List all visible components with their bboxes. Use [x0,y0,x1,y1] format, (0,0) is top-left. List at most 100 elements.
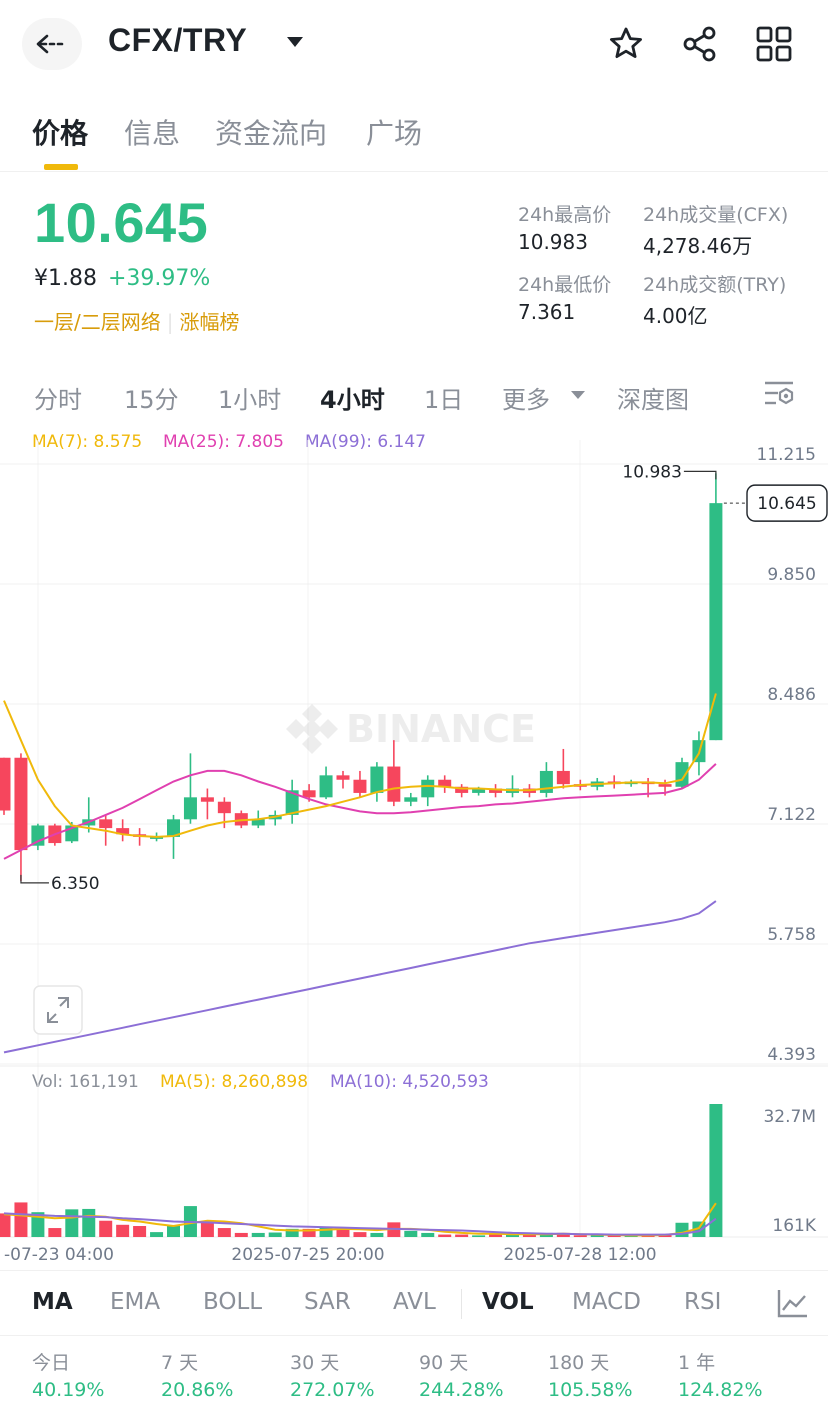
indicator-macd[interactable]: MACD [572,1289,641,1315]
interval-bar: 分时 15分 1小时 4小时 1日 更多 深度图 [0,370,828,420]
tag-layer-network[interactable]: 一层/二层网络 [34,310,161,334]
perf-label-30d: 30 天 [290,1352,340,1374]
indicator-boll[interactable]: BOLL [203,1289,262,1315]
candle-down [14,757,28,851]
indicator-sar[interactable]: SAR [304,1289,351,1315]
x-axis-label: -07-23 04:00 [4,1245,114,1265]
volume-bar [353,1232,367,1237]
watermark-text: BINANCE [346,707,536,751]
volume-axis-max: 32.7M [763,1107,816,1127]
tag-divider: | [166,310,174,334]
volume-bar [65,1209,79,1237]
candle-up [183,797,197,820]
perf-label-90d: 90 天 [419,1352,469,1374]
perf-label-today: 今日 [32,1352,71,1374]
more-caret-icon[interactable] [570,390,586,400]
indicator-divider [461,1289,462,1319]
volume-bar [573,1235,587,1237]
candle-up [709,503,723,741]
y-axis-label: 7.122 [767,805,816,825]
volume-bar [370,1232,384,1237]
candle-down [217,801,231,814]
x-axis-label: 2025-07-25 20:00 [231,1245,384,1265]
indicator-vol[interactable]: VOL [482,1289,534,1315]
price-cny: ¥1.88 [34,266,97,291]
indicator-ma[interactable]: MA [32,1289,73,1315]
perf-value-1y: 124.82% [678,1379,763,1401]
perf-value-180d: 105.58% [548,1379,633,1401]
ma99-line [3,900,717,1054]
perf-value-today: 40.19% [32,1379,105,1401]
back-arrow-icon [36,34,64,54]
perf-label-1y: 1 年 [678,1352,716,1374]
interval-1d[interactable]: 1日 [424,380,463,415]
candle-down [200,797,214,802]
tag-gainers[interactable]: 涨幅榜 [180,310,240,334]
high-label: 24h最高价 [518,204,612,226]
grid-icon [756,26,792,62]
indicator-avl[interactable]: AVL [393,1289,436,1315]
top-bar: CFX/TRY [0,0,828,90]
low-value: 7.361 [518,300,576,324]
y-axis-label: 9.850 [767,565,816,585]
y-axis-label: 11.215 [757,445,816,465]
volume-bar [150,1232,164,1237]
volume-bar [234,1232,248,1237]
more-grid-button[interactable] [752,22,796,66]
low-label: 24h最低价 [518,274,612,296]
volume-bar [99,1220,113,1237]
favorite-star-button[interactable] [604,22,648,66]
last-price-tag-label: 10.645 [757,494,816,514]
interval-time[interactable]: 分时 [34,380,82,415]
interval-15m[interactable]: 15分 [124,380,179,415]
back-button[interactable] [22,18,82,70]
candle-down [302,790,316,798]
indicator-settings-icon[interactable] [776,1287,810,1319]
tab-info[interactable]: 信息 [124,112,180,152]
tab-fund-flow[interactable]: 资金流向 [215,112,327,152]
kline-chart[interactable]: BINANCE 11.215 9.850 8.486 7.122 5.758 4.393 1… [0,440,828,1270]
indicator-ema[interactable]: EMA [110,1289,160,1315]
binance-watermark: BINANCE [286,704,536,754]
volume-bar [0,1213,11,1237]
interval-4h[interactable]: 4小时 [320,380,385,415]
x-axis-label: 2025-07-28 12:00 [503,1245,656,1265]
expand-button[interactable] [33,985,83,1035]
candle-up [370,766,384,793]
candle-up [319,775,333,798]
candle-down [387,766,401,802]
volume-bar [455,1234,469,1237]
perf-label-7d: 7 天 [161,1352,199,1374]
y-axis-label: 8.486 [767,685,816,705]
active-tab-indicator [44,164,78,170]
candle-down [556,770,570,785]
volume-bar [14,1202,28,1237]
volume-bar [268,1232,282,1237]
volume-axis-min: 161K [772,1216,816,1236]
amount-value: 4.00亿 [643,304,708,328]
share-icon [683,26,716,62]
tab-square[interactable]: 广场 [366,112,422,152]
high-value: 10.983 [518,230,588,254]
interval-1h[interactable]: 1小时 [218,380,281,415]
interval-more[interactable]: 更多 [502,380,550,415]
volume-bar [404,1230,418,1237]
section-tabs: 价格 信息 资金流向 广场 [0,108,828,172]
volume-bar [251,1232,265,1237]
candle-down [0,757,11,811]
candle-down [658,784,672,787]
share-button[interactable] [678,22,722,66]
pair-title[interactable]: CFX/TRY [108,22,247,59]
volume-label: 24h成交量(CFX) [643,204,789,226]
volume-bar [48,1228,62,1237]
indicator-rsi[interactable]: RSI [684,1289,721,1315]
tab-price[interactable]: 价格 [32,112,88,152]
volume-bar [217,1228,231,1237]
interval-depth[interactable]: 深度图 [617,380,689,415]
tag-line: 一层/二层网络 | 涨幅榜 [34,306,240,335]
chart-settings-icon[interactable] [762,378,796,410]
perf-value-7d: 20.86% [161,1379,234,1401]
price-change-percent: +39.97% [108,266,211,291]
volume-bar [82,1208,96,1237]
caret-down-icon[interactable] [286,36,304,48]
